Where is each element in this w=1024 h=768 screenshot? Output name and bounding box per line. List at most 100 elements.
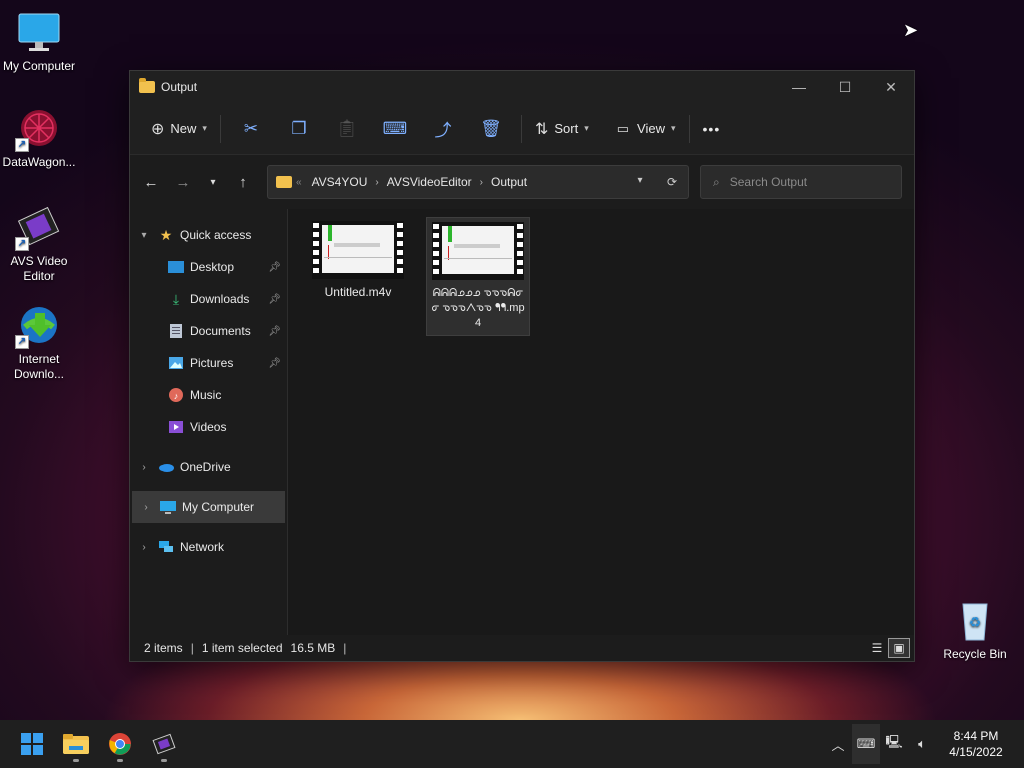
touch-keyboard-button[interactable]: ⌨ bbox=[852, 724, 880, 764]
sort-button[interactable]: ⇅ Sort ▾ bbox=[528, 113, 596, 145]
chevron-right-icon[interactable]: › bbox=[130, 542, 158, 553]
cut-button[interactable]: ✂ bbox=[227, 113, 275, 145]
sort-icon: ⇅ bbox=[534, 120, 549, 138]
desktop-icon-recycle-bin[interactable]: ♻ Recycle Bin bbox=[936, 596, 1014, 662]
taskbar-file-explorer[interactable] bbox=[54, 724, 98, 764]
copy-button[interactable]: ❐ bbox=[275, 113, 323, 145]
nav-label: Music bbox=[190, 388, 222, 402]
desktop-icon-avs-video-editor[interactable]: ↗ AVS Video Editor bbox=[0, 203, 78, 284]
avs-video-editor-icon: ↗ bbox=[15, 203, 63, 251]
address-bar[interactable]: « AVS4YOU › AVSVideoEditor › Output ▾ ⟳ bbox=[267, 165, 689, 199]
new-button[interactable]: ⊕ New ▾ bbox=[144, 113, 214, 145]
desktop-icon-label: My Computer bbox=[2, 59, 76, 73]
breadcrumb-avs4you[interactable]: AVS4YOU bbox=[312, 175, 368, 189]
monitor-icon bbox=[15, 8, 63, 56]
overflow-crumbs-icon[interactable]: « bbox=[296, 177, 302, 188]
desktop-icon bbox=[168, 260, 184, 274]
chevron-up-icon: ︿ bbox=[831, 737, 845, 753]
shortcut-arrow-icon: ↗ bbox=[15, 335, 29, 349]
window-controls: — ☐ ✕ bbox=[776, 71, 914, 103]
nav-onedrive[interactable]: › OneDrive bbox=[130, 451, 287, 483]
nav-downloads[interactable]: ⤓ Downloads 📌︎ bbox=[130, 283, 287, 315]
nav-my-computer[interactable]: › My Computer bbox=[132, 491, 285, 523]
svg-text:♻: ♻ bbox=[969, 614, 982, 630]
running-indicator bbox=[117, 759, 123, 762]
status-bar: 2 items | 1 item selected 16.5 MB | ☰ ▣ bbox=[130, 635, 914, 661]
view-button[interactable]: ▭ View ▾ bbox=[610, 113, 683, 145]
volume-button[interactable]: 🔈︎ bbox=[908, 724, 936, 764]
recycle-bin-icon: ♻ bbox=[951, 596, 999, 644]
video-thumbnail-icon bbox=[312, 221, 404, 279]
breadcrumb-separator-icon[interactable]: › bbox=[480, 177, 483, 188]
show-hidden-icons-button[interactable]: ︿ bbox=[824, 724, 852, 764]
taskbar-chrome[interactable] bbox=[98, 724, 142, 764]
delete-button[interactable]: 🗑︎ bbox=[467, 113, 515, 145]
toolbar-separator bbox=[520, 114, 522, 143]
nav-label: Quick access bbox=[180, 228, 252, 242]
file-item-selected[interactable]: ᕱᕱᕱᓄᓄᓄ ᓀᓀᓀᕱᓂᓂ ᓀᓀᓀᐱᓀᓀ ᖳᖳ.mp4 bbox=[426, 217, 530, 336]
command-bar: ⊕ New ▾ ✂ ❐ 📋︎ ⌨︎ ⤴ 🗑︎ ⇅ Sort ▾ ▭ View ▾… bbox=[130, 103, 914, 155]
show-desktop-button[interactable] bbox=[1016, 724, 1024, 764]
nav-quick-access[interactable]: ▾ ★ Quick access bbox=[130, 219, 287, 251]
network-status-button[interactable]: 🖳︎ bbox=[880, 724, 908, 764]
up-button[interactable]: ↑ bbox=[227, 166, 259, 198]
nav-documents[interactable]: Documents 📌︎ bbox=[130, 315, 287, 347]
system-tray: ︿ ⌨ 🖳︎ 🔈︎ 8:44 PM 4/15/2022 bbox=[824, 720, 1024, 768]
nav-network[interactable]: › Network bbox=[130, 531, 287, 563]
desktop-icon-datawagon[interactable]: ↗ DataWagon... bbox=[0, 104, 78, 170]
desktop-icon-my-computer[interactable]: My Computer bbox=[0, 8, 78, 74]
forward-button[interactable]: → bbox=[167, 166, 199, 198]
share-button[interactable]: ⤴ bbox=[419, 113, 467, 145]
running-indicator bbox=[73, 759, 79, 762]
folder-icon bbox=[139, 78, 155, 93]
close-button[interactable]: ✕ bbox=[868, 71, 914, 103]
refresh-button[interactable]: ⟳ bbox=[656, 175, 688, 189]
selection-size: 16.5 MB bbox=[290, 641, 336, 655]
folder-icon bbox=[63, 734, 89, 754]
sort-label: Sort bbox=[554, 121, 579, 136]
datawagon-icon: ↗ bbox=[15, 104, 63, 152]
nav-label: Downloads bbox=[190, 292, 250, 306]
taskbar-avs-video-editor[interactable] bbox=[142, 724, 186, 764]
recent-locations-button[interactable]: ▾ bbox=[199, 166, 227, 198]
breadcrumb-output[interactable]: Output bbox=[491, 175, 527, 189]
nav-videos[interactable]: Videos bbox=[130, 411, 287, 443]
minimize-button[interactable]: — bbox=[776, 71, 822, 103]
breadcrumb-separator-icon[interactable]: › bbox=[375, 177, 378, 188]
scissors-icon: ✂ bbox=[243, 118, 259, 138]
back-button[interactable]: ← bbox=[135, 166, 167, 198]
nav-desktop[interactable]: Desktop 📌︎ bbox=[130, 251, 287, 283]
nav-label: My Computer bbox=[182, 500, 255, 514]
video-thumbnail-icon bbox=[432, 222, 524, 280]
clock[interactable]: 8:44 PM 4/15/2022 bbox=[936, 728, 1016, 760]
search-input[interactable] bbox=[729, 175, 880, 189]
desktop-icon-internet-download-manager[interactable]: ↗ Internet Downlo... bbox=[0, 301, 78, 382]
details-view-button[interactable]: ☰ bbox=[866, 638, 888, 658]
file-list-area[interactable]: Untitled.m4v ᕱᕱᕱᓄᓄᓄ ᓀᓀᓀᕱᓂᓂ ᓀᓀᓀᐱᓀᓀ ᖳᖳ.mp4 bbox=[288, 209, 914, 635]
view-toggles: ☰ ▣ bbox=[866, 638, 910, 658]
file-name: ᕱᕱᕱᓄᓄᓄ ᓀᓀᓀᕱᓂᓂ ᓀᓀᓀᐱᓀᓀ ᖳᖳ.mp4 bbox=[431, 287, 525, 329]
start-button[interactable] bbox=[10, 724, 54, 764]
address-dropdown-button[interactable]: ▾ bbox=[624, 175, 656, 189]
file-item[interactable]: Untitled.m4v bbox=[306, 217, 410, 304]
chevron-down-icon[interactable]: ▾ bbox=[130, 230, 158, 241]
more-options-button[interactable]: ••• bbox=[696, 113, 728, 145]
chevron-right-icon[interactable]: › bbox=[132, 502, 160, 513]
network-icon bbox=[158, 540, 174, 554]
paste-button[interactable]: 📋︎ bbox=[323, 113, 371, 145]
shortcut-arrow-icon: ↗ bbox=[15, 237, 29, 251]
large-icons-view-button[interactable]: ▣ bbox=[888, 638, 910, 658]
chevron-right-icon[interactable]: › bbox=[130, 462, 158, 473]
nav-pictures[interactable]: Pictures 📌︎ bbox=[130, 347, 287, 379]
nav-music[interactable]: ♪ Music bbox=[130, 379, 287, 411]
rename-button[interactable]: ⌨︎ bbox=[371, 113, 419, 145]
new-label: New bbox=[170, 121, 197, 136]
maximize-button[interactable]: ☐ bbox=[822, 71, 868, 103]
chevron-down-icon: ▾ bbox=[584, 123, 589, 133]
desktop-icon-label: DataWagon... bbox=[2, 155, 76, 169]
search-box[interactable]: ⌕ bbox=[700, 165, 902, 199]
internet-download-manager-icon: ↗ bbox=[15, 301, 63, 349]
file-explorer-window: Output — ☐ ✕ ⊕ New ▾ ✂ ❐ 📋︎ ⌨︎ ⤴ 🗑︎ ⇅ So… bbox=[129, 70, 915, 662]
title-bar[interactable]: Output — ☐ ✕ bbox=[130, 71, 914, 103]
breadcrumb-avsvideoeditor[interactable]: AVSVideoEditor bbox=[387, 175, 472, 189]
